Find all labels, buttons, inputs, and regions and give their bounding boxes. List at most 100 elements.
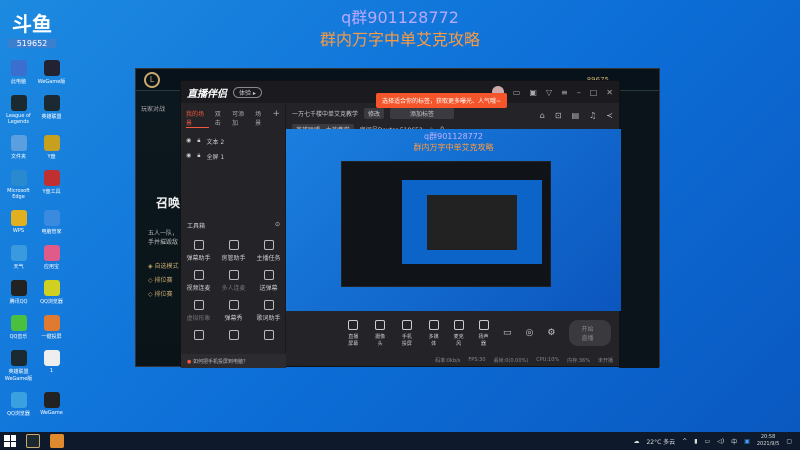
minimize-icon[interactable]: – <box>577 88 581 97</box>
tool-label: 弹幕助手 <box>186 255 211 262</box>
stream-preview[interactable]: q群901128772 群内万字中单艾克攻略 <box>286 129 621 311</box>
desktop-icon-label: Microsoft Edge <box>7 188 30 200</box>
lol-mode-option[interactable]: ◇ 排位赛 <box>148 275 173 284</box>
message-icon[interactable]: ▭ <box>513 88 521 97</box>
desktop-icon[interactable]: 文件夹 <box>2 135 35 160</box>
source-item[interactable]: ◉ 🔒︎ 文本 2 <box>181 134 285 149</box>
add-scene-icon[interactable]: + <box>272 109 280 128</box>
desktop-icon[interactable]: 英雄联盟 WeGame版 <box>2 350 35 382</box>
tool-item[interactable]: 主播任务 <box>251 240 286 262</box>
desktop-icon[interactable]: 应用宝 <box>35 245 68 270</box>
tool-icon <box>228 330 239 340</box>
toolbox-title: 工具箱 <box>187 223 206 230</box>
desktop-icon[interactable]: 天气 <box>2 245 35 270</box>
desktop-icon[interactable]: QQ浏览器 <box>35 280 68 305</box>
app-tray-icon[interactable]: ▣ <box>744 438 750 445</box>
tool-item[interactable]: 虚拟形象 <box>181 300 216 322</box>
version-pill[interactable]: 体验 ▸ <box>233 86 262 98</box>
app-icon <box>43 392 60 408</box>
tool-item[interactable] <box>251 330 286 343</box>
tool-icon <box>228 240 239 250</box>
ime-indicator[interactable]: 中 <box>731 437 737 446</box>
lol-mode-option[interactable]: ◈ 自选模式 <box>148 261 179 270</box>
desktop-icon[interactable]: WeGame <box>35 392 68 417</box>
more-icon[interactable]: ⊙ <box>275 221 280 230</box>
bell-icon[interactable]: ♫ <box>589 111 596 120</box>
toolbar-button[interactable]: 多媒体 <box>428 319 439 347</box>
go-live-button[interactable]: 开始直播 <box>569 320 611 346</box>
box-icon[interactable]: ▤ <box>572 111 580 120</box>
taskbar-stream-app-icon[interactable] <box>50 434 64 448</box>
tool-item[interactable]: 送弹幕 <box>251 270 286 292</box>
clock[interactable]: 20:58 2021/9/5 <box>757 434 779 448</box>
volume-icon[interactable]: ◁) <box>717 438 724 445</box>
menu-icon[interactable]: ≡ <box>561 88 568 97</box>
toolbar-button[interactable]: 扬声器 <box>478 319 489 347</box>
tool-item[interactable]: 视频连麦 <box>181 270 216 292</box>
network-icon[interactable]: ▭ <box>705 438 711 445</box>
lol-mode-option[interactable]: ◇ 排位赛 <box>148 289 173 298</box>
tab-my-scenes[interactable]: 我的场景 <box>186 109 209 128</box>
weather[interactable]: 22°C 多云 <box>646 437 675 446</box>
desktop-icon[interactable]: 此电脑 <box>2 60 35 85</box>
desktop-icon[interactable]: QQ浏览器 <box>2 392 35 417</box>
gift-icon[interactable]: ⌂ <box>540 111 545 120</box>
tool-item[interactable] <box>181 330 216 343</box>
notification-icon[interactable]: ▢ <box>786 438 792 445</box>
desktop-icon[interactable]: 电脑管家 <box>35 210 68 235</box>
desktop-icon[interactable]: Y盘 <box>35 135 68 160</box>
tool-item[interactable]: 房管助手 <box>216 240 251 262</box>
tool-label: 虚拟形象 <box>186 315 211 322</box>
desktop-icon[interactable]: 腾讯QQ <box>2 280 35 305</box>
app-icon <box>43 60 60 76</box>
tool-item[interactable]: 弹幕秀 <box>216 300 251 322</box>
toolbar-button[interactable]: 摄像头 <box>375 319 386 347</box>
tool-item[interactable]: 歌词助手 <box>251 300 286 322</box>
tag-input[interactable]: 添加标签 <box>390 108 455 119</box>
edit-title-button[interactable]: 修改 <box>364 108 385 119</box>
app-icon <box>10 245 27 261</box>
unlock-icon[interactable]: ⊡ <box>555 111 562 120</box>
mic-icon[interactable]: ▮ <box>694 438 697 445</box>
desktop-icon[interactable]: 英雄联盟 <box>35 95 68 125</box>
maximize-icon[interactable]: □ <box>590 88 598 97</box>
notice-bar[interactable]: ● 如何把手机投屏到电脑？ <box>181 354 286 368</box>
share-icon[interactable]: ≺ <box>606 111 613 120</box>
save-icon[interactable]: ▣ <box>529 88 537 97</box>
tab-3[interactable]: 可添加 <box>232 109 249 128</box>
toolbox: 工具箱 ⊙ 弹幕助手 房管助手 主播任务视频连麦 多人连麦 送弹幕虚拟形象 弹幕秀 歌词助手 <box>181 221 286 343</box>
filter-icon[interactable]: ▽ <box>546 88 552 97</box>
taskbar-lol-icon[interactable] <box>26 434 40 448</box>
desktop-icon[interactable]: Microsoft Edge <box>2 170 35 200</box>
lock-icon[interactable]: 🔒︎ <box>197 137 200 146</box>
desktop-icon[interactable]: 1 <box>35 350 68 382</box>
chevron-up-icon[interactable]: ^ <box>682 438 687 445</box>
toolbar-button[interactable]: 直播屏幕 <box>346 319 361 347</box>
desktop-icon[interactable]: WeGame版 <box>35 60 68 85</box>
desktop-icon[interactable]: League of Legends <box>2 95 35 125</box>
lock-icon[interactable]: 🔒︎ <box>197 152 200 161</box>
toolbar-button[interactable]: 麦克风 <box>453 319 464 347</box>
desktop-icon[interactable]: Y盘工具 <box>35 170 68 200</box>
tab-2[interactable]: 双击 <box>215 109 226 128</box>
app-icon <box>10 95 27 111</box>
close-icon[interactable]: ✕ <box>606 88 613 97</box>
source-item[interactable]: ◉ 🔒︎ 全屏 1 <box>181 149 285 164</box>
tab-4[interactable]: 场景 <box>255 109 266 128</box>
eye-icon[interactable]: ◉ <box>186 152 191 161</box>
windows-start-icon[interactable] <box>4 435 16 447</box>
tool-item[interactable]: 多人连麦 <box>216 270 251 292</box>
weather-icon: ☁ <box>633 437 640 445</box>
desktop-icon[interactable]: QQ音乐 <box>2 315 35 340</box>
toolbar-button[interactable]: 手机投屏 <box>400 319 415 347</box>
settings-icon[interactable]: ⚙ <box>547 328 555 338</box>
desktop-icon[interactable]: WPS <box>2 210 35 235</box>
tool-item[interactable]: 弹幕助手 <box>181 240 216 262</box>
desktop-icon[interactable]: 一键投屏 <box>35 315 68 340</box>
desktop-icon-label: 一键投屏 <box>41 334 62 340</box>
toolbar-label: 摄像头 <box>375 333 386 347</box>
eye-icon[interactable]: ◎ <box>526 328 534 338</box>
tool-item[interactable] <box>216 330 251 343</box>
eye-icon[interactable]: ◉ <box>186 137 191 146</box>
record-icon[interactable]: ▭ <box>503 328 512 338</box>
